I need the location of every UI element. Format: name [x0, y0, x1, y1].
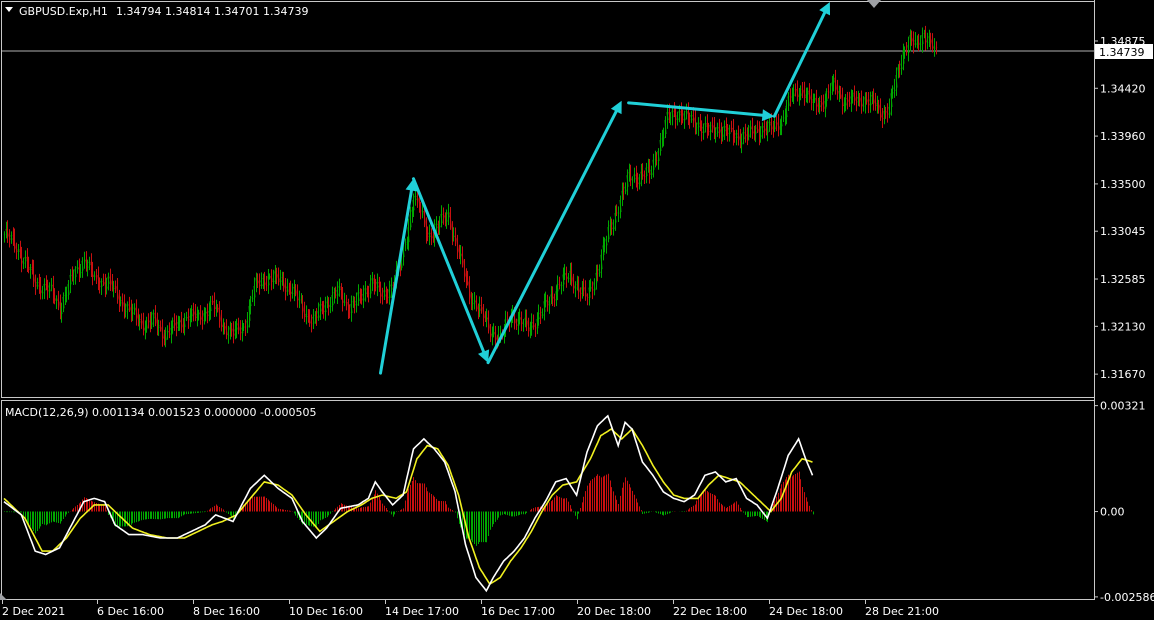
candle-body	[166, 330, 169, 333]
price-tick-label: 1.31670	[1100, 368, 1146, 381]
shift-marker-icon[interactable]	[867, 0, 881, 8]
candle-body	[813, 97, 816, 100]
candle-body	[95, 274, 98, 277]
candle-body	[3, 233, 6, 236]
price-axis-labels: 1.348751.344201.339601.335001.330451.325…	[1094, 35, 1146, 381]
candle-body	[794, 88, 797, 91]
candle-body	[582, 287, 585, 289]
candle-body	[631, 179, 634, 181]
candle-body	[926, 41, 929, 43]
candle-body	[265, 284, 268, 286]
candle-body	[522, 323, 525, 325]
time-tick-label: 24 Dec 18:00	[769, 605, 843, 618]
ohlc-values: 1.34794 1.34814 1.34701 1.34739	[116, 5, 308, 18]
price-tick-label: 1.33500	[1100, 178, 1146, 191]
price-tick-label: 1.33960	[1100, 130, 1146, 143]
time-tick-label: 10 Dec 16:00	[289, 605, 363, 618]
candle-body	[227, 334, 230, 336]
candle-body	[72, 276, 75, 279]
time-tick-label: 22 Dec 18:00	[673, 605, 747, 618]
time-axis-labels: 2 Dec 2021 6 Dec 16:00 8 Dec 16:00 10 Dec 1…	[2, 599, 939, 618]
candle-body	[298, 299, 301, 301]
candle-body	[596, 272, 599, 275]
candle-layer	[3, 25, 938, 349]
macd-tick-label: 0.00	[1100, 506, 1125, 519]
candle-body	[714, 132, 717, 135]
macd-axis-labels: 0.00321 0.00 -0.002586	[1094, 400, 1154, 604]
candle-body	[622, 190, 625, 193]
candle-body	[919, 43, 922, 46]
candle-body	[348, 311, 351, 314]
candle-body	[310, 322, 313, 325]
candle-body	[506, 319, 509, 321]
candle-body	[903, 49, 906, 51]
candle-body	[421, 210, 424, 213]
time-tick-label: 16 Dec 17:00	[481, 605, 555, 618]
candle-body	[643, 175, 646, 178]
candle-body	[730, 127, 733, 130]
price-tick-label: 1.32585	[1100, 273, 1146, 286]
candle-body	[775, 121, 778, 124]
time-tick-label: 14 Dec 17:00	[385, 605, 459, 618]
trading-chart[interactable]: 1.348751.344201.339601.335001.330451.325…	[0, 0, 1154, 620]
dropdown-triangle-icon[interactable]	[5, 7, 13, 12]
candle-body	[268, 275, 271, 278]
candle-body	[473, 300, 476, 302]
candle-body	[782, 117, 785, 119]
candle-body	[452, 235, 455, 238]
price-tick-label: 1.32130	[1100, 320, 1146, 333]
candle-body	[307, 313, 310, 316]
time-tick-label: 20 Dec 18:00	[577, 605, 651, 618]
candle-body	[367, 292, 370, 295]
price-tick-label: 1.34420	[1100, 82, 1146, 95]
candle-body	[211, 300, 214, 303]
candle-body	[935, 46, 938, 49]
candle-body	[589, 287, 592, 289]
price-tick-label: 1.33045	[1100, 225, 1146, 238]
candle-body	[695, 126, 698, 129]
candle-body	[216, 307, 219, 309]
macd-tick-label: -0.002586	[1100, 591, 1154, 604]
macd-frame	[1, 400, 1095, 600]
candle-body	[50, 284, 53, 287]
time-tick-label: 28 Dec 21:00	[865, 605, 939, 618]
candle-body	[753, 132, 756, 135]
candle-body	[711, 124, 714, 127]
trend-arrow-layer	[378, 2, 831, 375]
candle-body	[669, 116, 672, 119]
time-tick-label: 6 Dec 16:00	[97, 605, 164, 618]
candle-body	[114, 285, 117, 288]
candle-body	[345, 301, 348, 303]
candle-body	[65, 294, 68, 297]
current-price-text: 1.34739	[1099, 46, 1145, 59]
candle-body	[603, 244, 606, 247]
candle-body	[615, 212, 618, 215]
trend-arrow[interactable]	[411, 177, 490, 363]
candle-body	[884, 110, 887, 113]
candle-body	[374, 286, 377, 289]
trend-arrow[interactable]	[486, 100, 622, 365]
time-tick-label: 8 Dec 16:00	[193, 605, 260, 618]
macd-indicator-label: MACD(12,26,9) 0.001134 0.001523 0.000000…	[5, 406, 316, 419]
candle-body	[147, 319, 150, 322]
candle-body	[772, 128, 775, 131]
candle-body	[784, 116, 787, 119]
candle-body	[381, 295, 384, 298]
candle-body	[817, 105, 820, 108]
macd-tick-label: 0.00321	[1100, 400, 1146, 413]
time-tick-label: 2 Dec 2021	[2, 605, 65, 618]
candle-body	[182, 326, 185, 329]
candle-body	[829, 91, 832, 94]
candle-body	[432, 237, 435, 240]
symbol-label: GBPUSD.Exp,H1	[19, 5, 108, 18]
candle-body	[843, 104, 846, 107]
candle-body	[827, 90, 830, 93]
